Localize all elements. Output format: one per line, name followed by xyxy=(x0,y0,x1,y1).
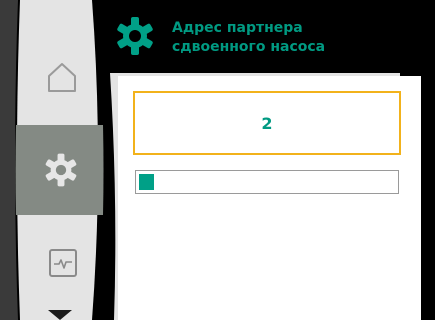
page-title: Адрес партнера сдвоенного насоса xyxy=(172,19,422,57)
chevron-down-icon[interactable] xyxy=(45,310,75,320)
pulse-chart-icon xyxy=(49,249,77,277)
page-title-line-1: Адрес партнера xyxy=(172,20,303,36)
gear-icon xyxy=(117,17,153,55)
partner-address-value: 2 xyxy=(261,113,273,133)
gear-icon xyxy=(45,153,77,187)
home-icon xyxy=(48,63,76,92)
sidebar-item-settings[interactable] xyxy=(20,125,102,215)
progress-fill xyxy=(139,174,154,190)
partner-address-field[interactable]: 2 xyxy=(133,91,401,155)
sidebar-edge xyxy=(0,0,18,320)
sidebar-item-home[interactable] xyxy=(20,40,100,115)
value-progress-bar xyxy=(135,170,399,194)
page-title-line-2: сдвоенного насоса xyxy=(172,39,326,55)
screen: Адрес партнера сдвоенного насоса 2 xyxy=(0,0,435,320)
sidebar-item-diagnostics[interactable] xyxy=(20,232,100,292)
